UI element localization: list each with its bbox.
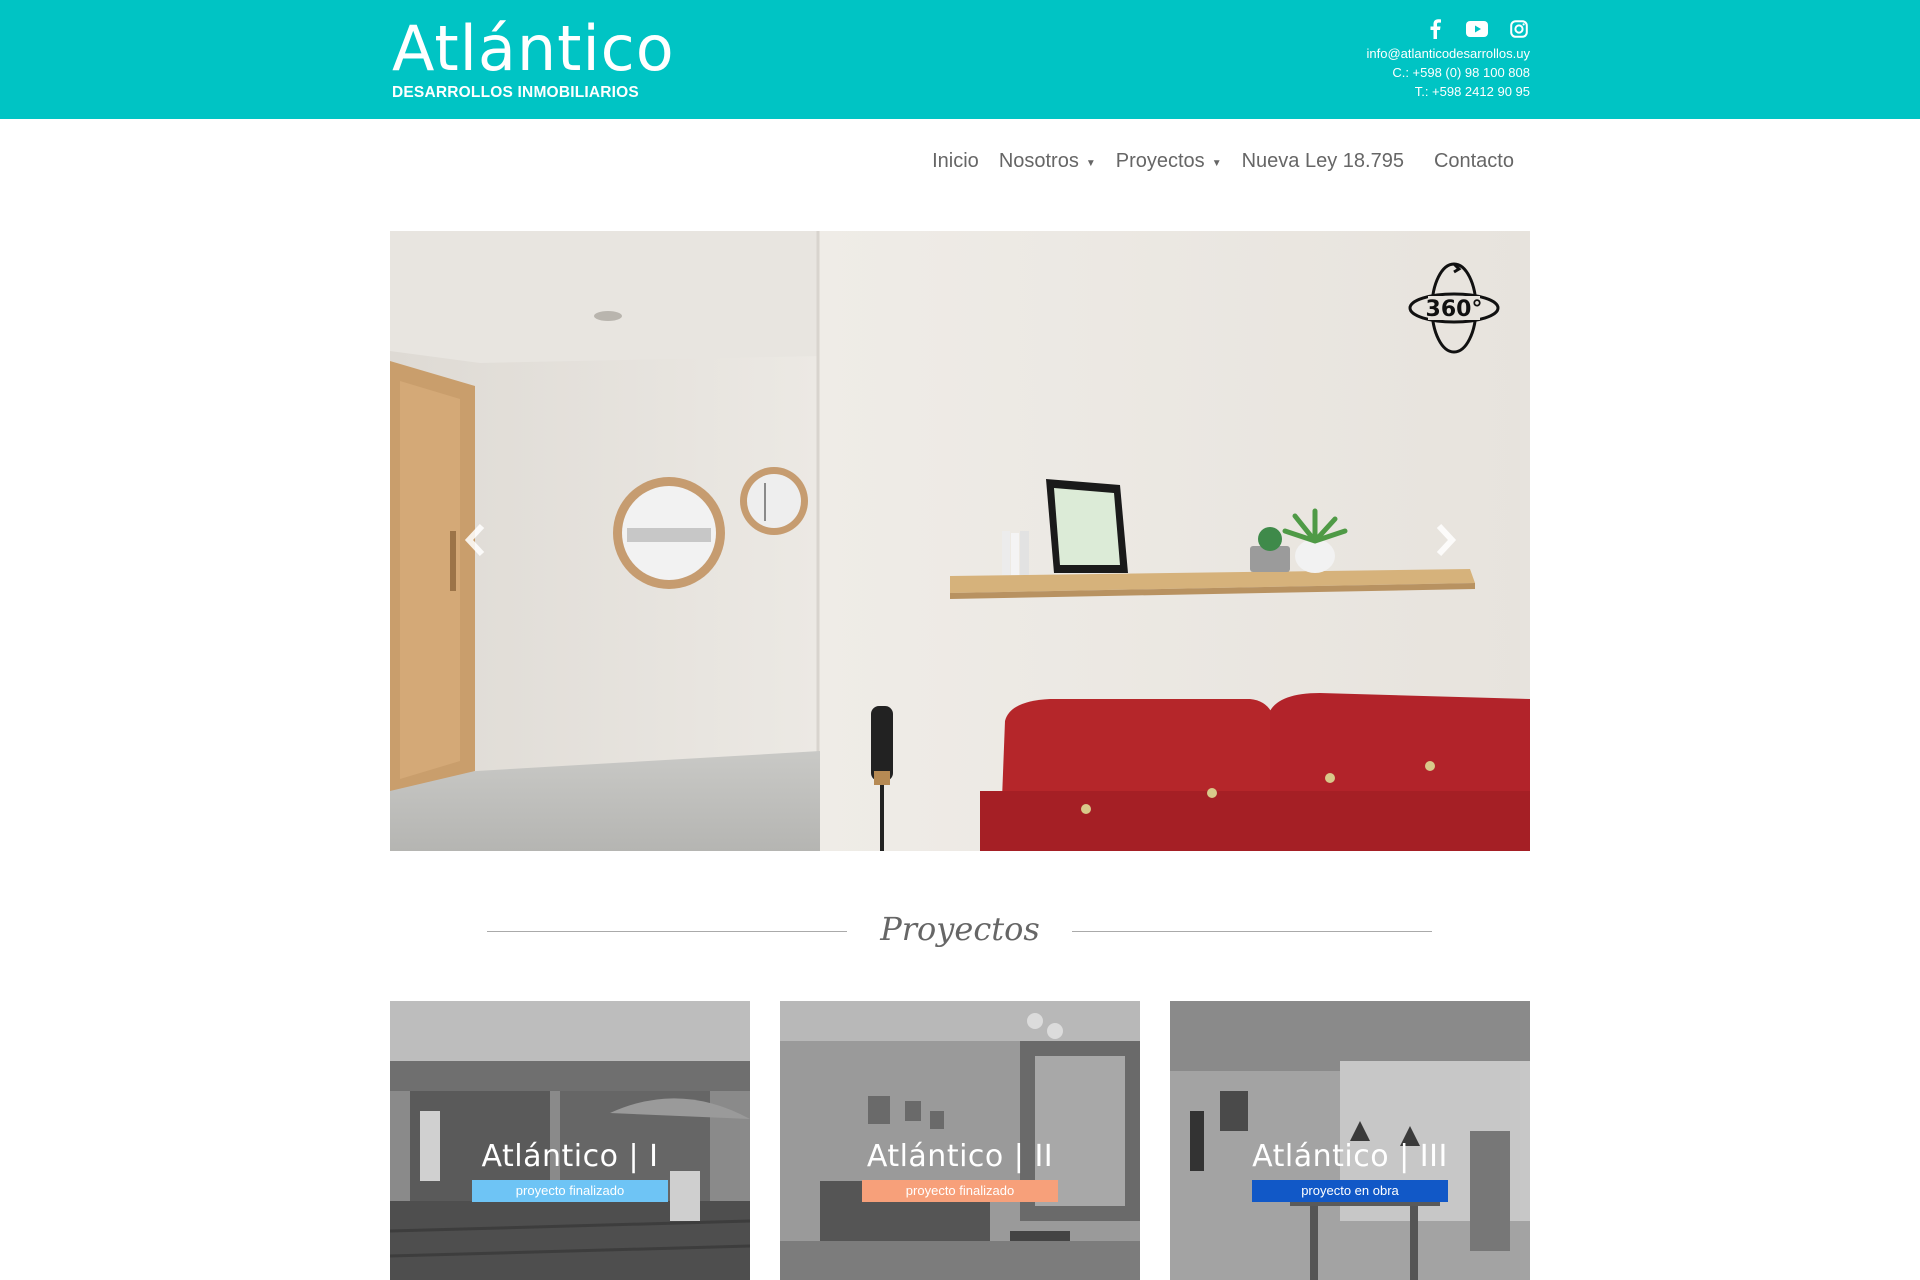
social-links bbox=[1366, 18, 1530, 40]
logo-title: Atlántico bbox=[392, 12, 675, 85]
project-title-1: Atlántico | I bbox=[481, 1139, 659, 1174]
youtube-icon[interactable] bbox=[1466, 18, 1488, 40]
contact-phone[interactable]: T.: +598 2412 90 95 bbox=[1366, 82, 1530, 101]
rotate-360-icon: 360° bbox=[1408, 262, 1500, 354]
caret-down-icon: ▼ bbox=[1211, 157, 1222, 169]
facebook-icon[interactable] bbox=[1424, 18, 1446, 40]
project-status-badge-3: proyecto en obra bbox=[1252, 1180, 1448, 1202]
nav-inicio[interactable]: Inicio bbox=[932, 150, 979, 173]
contact-info: info@atlanticodesarrollos.uy C.: +598 (0… bbox=[1366, 18, 1530, 101]
hero-slider[interactable] bbox=[390, 231, 1530, 851]
nav-contacto-label: Contacto bbox=[1433, 150, 1514, 172]
project-status-badge-1: proyecto finalizado bbox=[472, 1180, 668, 1202]
nav-proyectos[interactable]: Proyectos ▼ bbox=[1116, 150, 1222, 173]
project-status-badge-2: proyecto finalizado bbox=[862, 1180, 1058, 1202]
project-name: Atlántico bbox=[481, 1139, 619, 1174]
main-nav: Inicio Nosotros ▼ Proyectos ▼ Nueva Ley 18… bbox=[912, 150, 1514, 173]
project-numeral: III bbox=[1419, 1139, 1448, 1174]
instagram-icon[interactable] bbox=[1508, 18, 1530, 40]
caret-down-icon: ▼ bbox=[1085, 157, 1096, 169]
project-card-1[interactable]: Atlántico | I proyecto finalizado bbox=[390, 1001, 750, 1280]
top-header-bar: Atlántico DESARROLLOS INMOBILIARIOS info… bbox=[0, 0, 1920, 119]
nav-inicio-label: Inicio bbox=[932, 150, 979, 172]
project-numeral: I bbox=[649, 1139, 659, 1174]
nav-nueva-ley[interactable]: Nueva Ley 18.795 bbox=[1242, 150, 1404, 173]
logo-subtitle: DESARROLLOS INMOBILIARIOS bbox=[392, 84, 639, 101]
contact-cell[interactable]: C.: +598 (0) 98 100 808 bbox=[1366, 63, 1530, 82]
logo[interactable]: Atlántico DESARROLLOS INMOBILIARIOS bbox=[392, 14, 675, 102]
project-name: Atlántico bbox=[866, 1139, 1004, 1174]
nav-nueva-ley-label: Nueva Ley 18.795 bbox=[1241, 150, 1404, 172]
slider-next-arrow[interactable] bbox=[1426, 515, 1466, 565]
project-card-2[interactable]: Atlántico | II proyecto finalizado bbox=[780, 1001, 1140, 1280]
nav-proyectos-label: Proyectos bbox=[1115, 150, 1205, 172]
project-title-2: Atlántico | II bbox=[866, 1139, 1054, 1174]
chevron-left-icon bbox=[464, 523, 485, 557]
view-360-label: 360° bbox=[1426, 297, 1483, 322]
projects-heading: Proyectos bbox=[880, 910, 1040, 948]
view-360-badge[interactable]: 360° bbox=[1404, 258, 1504, 358]
contact-email[interactable]: info@atlanticodesarrollos.uy bbox=[1366, 44, 1530, 63]
slider-prev-arrow[interactable] bbox=[455, 515, 495, 565]
chevron-right-icon bbox=[1436, 523, 1457, 557]
hero-image bbox=[390, 231, 1530, 851]
nav-nosotros[interactable]: Nosotros ▼ bbox=[999, 150, 1096, 173]
divider-right bbox=[1072, 931, 1432, 932]
project-name: Atlántico bbox=[1252, 1139, 1390, 1174]
project-card-3[interactable]: Atlántico | III proyecto en obra bbox=[1170, 1001, 1530, 1280]
project-title-3: Atlántico | III bbox=[1252, 1139, 1448, 1174]
nav-nosotros-label: Nosotros bbox=[998, 150, 1079, 172]
project-numeral: II bbox=[1034, 1139, 1054, 1174]
nav-contacto[interactable]: Contacto bbox=[1434, 150, 1514, 173]
